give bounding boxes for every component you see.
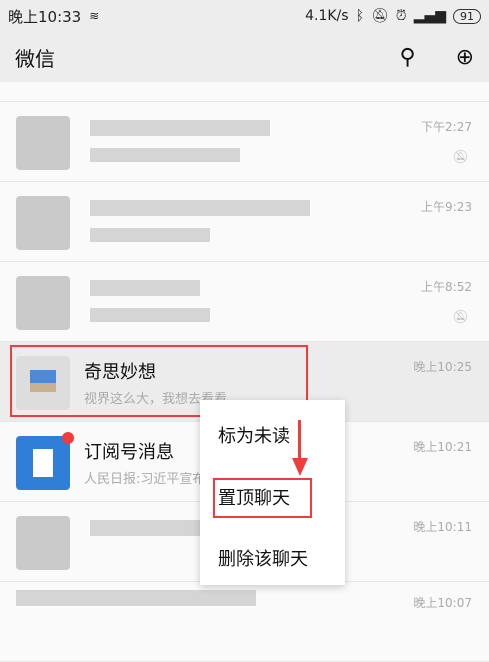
mute-icon: 🔕︎ [370,8,389,24]
chat-row[interactable]: 下午2:27 🔕︎ [0,102,489,182]
menu-delete-chat[interactable]: 删除该聊天 [218,545,308,571]
chat-row[interactable]: 上午9:23 [0,182,489,262]
status-bar: 晚上10:33 ≋ 4.1K/s ᛒ 🔕︎ ⏰︎ ▂▄▆ 91 [0,0,489,32]
app-header: 微信 ⚲ ⊕ [0,32,489,82]
alarm-icon: ⏰︎ [395,8,407,24]
chat-time: 上午8:52 [421,280,472,294]
mute-bell-icon: 🔕︎ [452,310,469,325]
chat-time: 晚上10:11 [413,520,472,534]
chat-time: 晚上10:07 [413,596,472,610]
bluetooth-icon: ᛒ [355,8,364,24]
arrow-head [292,458,308,476]
chat-time: 晚上10:21 [413,440,472,454]
battery-indicator: 91 [453,8,481,24]
chat-time: 下午2:27 [421,120,472,134]
highlight-box [213,478,312,518]
signal-icon: ▂▄▆ [413,8,446,24]
chat-time: 上午9:23 [421,200,472,214]
subscription-icon [16,436,70,490]
arrow-annotation [298,420,301,462]
chat-row[interactable]: 上午8:52 🔕︎ [0,262,489,342]
menu-mark-unread[interactable]: 标为未读 [218,422,290,448]
search-icon[interactable]: ⚲ [399,45,415,70]
chat-time: 晚上10:25 [413,360,472,374]
chat-row-partial[interactable] [0,82,489,102]
chat-row[interactable]: 晚上10:07 [0,582,489,662]
mute-bell-icon: 🔕︎ [452,150,469,165]
add-icon[interactable]: ⊕ [456,45,474,70]
network-speed: 4.1K/s [305,8,349,24]
chat-name: 订阅号消息 [84,442,174,463]
page-title: 微信 [15,46,55,71]
clock: 晚上10:33 [8,7,82,26]
unread-dot [62,432,74,444]
wifi-icon: ≋ [89,9,100,23]
